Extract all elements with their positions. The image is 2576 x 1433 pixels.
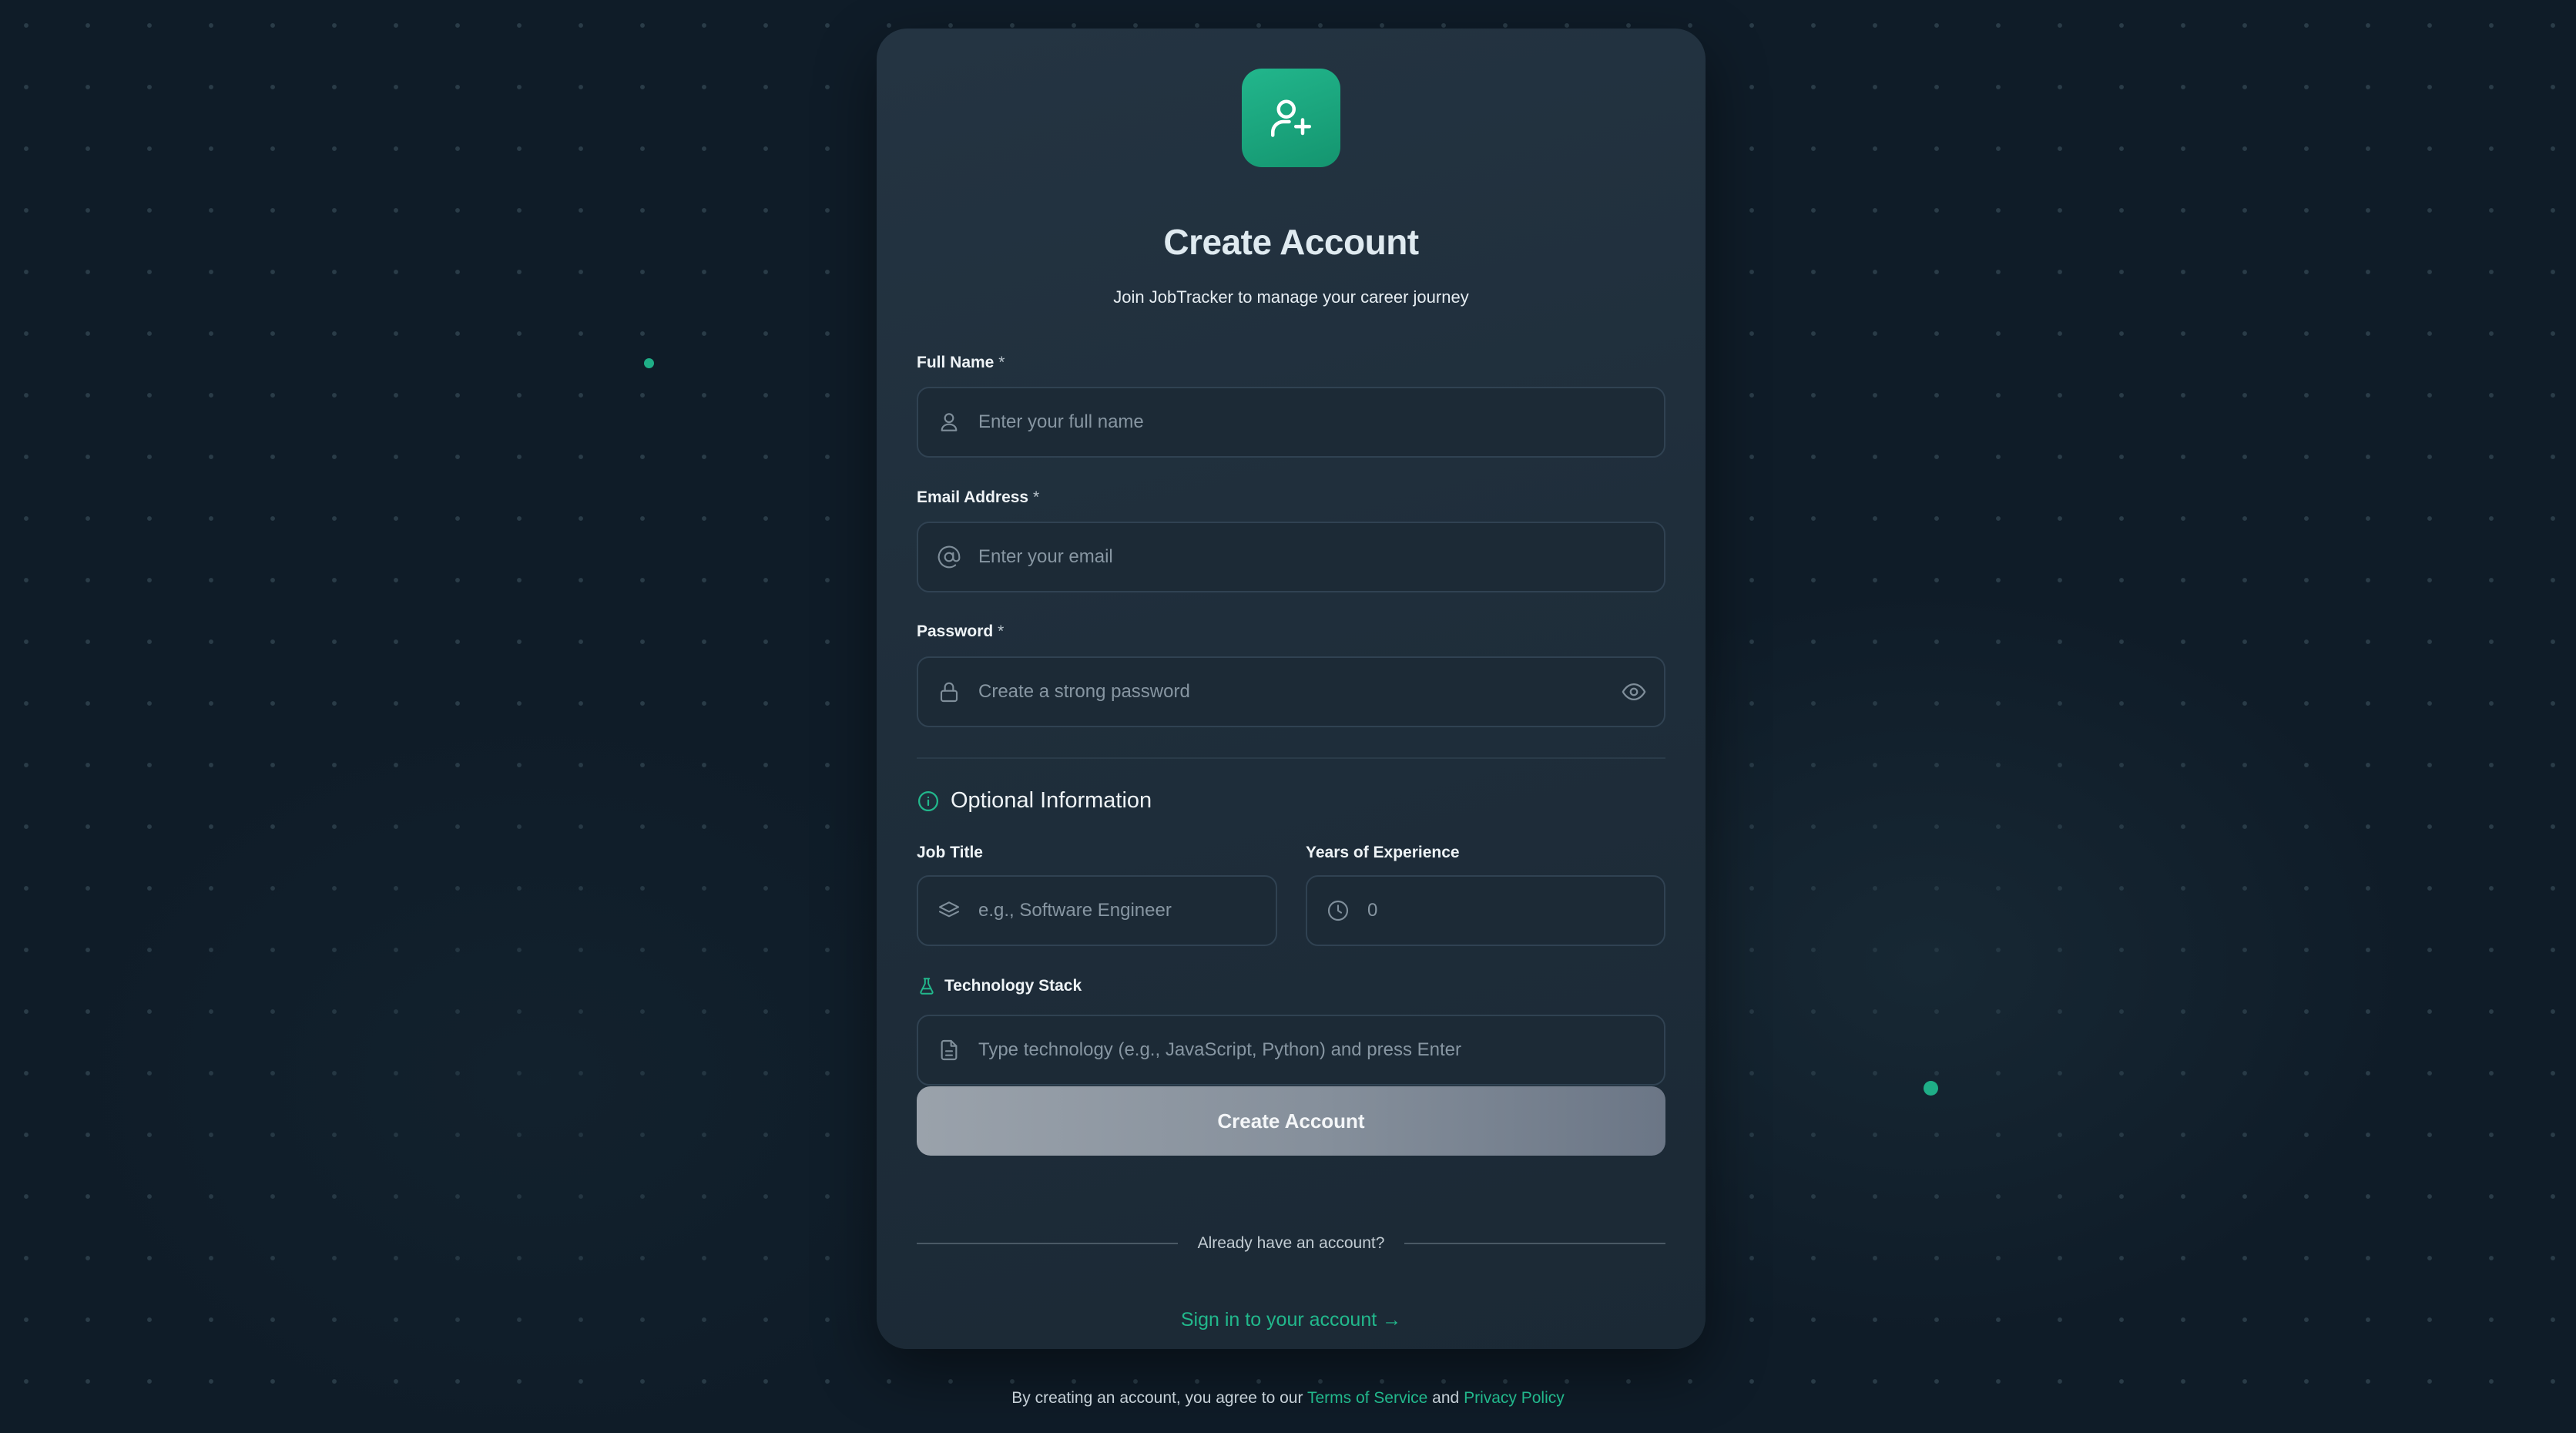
experience-field[interactable] bbox=[1306, 875, 1665, 946]
optional-section-header: Optional Information bbox=[917, 788, 1152, 814]
email-label-text: Email Address bbox=[917, 488, 1029, 506]
eye-icon[interactable] bbox=[1621, 679, 1647, 705]
flask-icon bbox=[920, 978, 934, 995]
required-mark: * bbox=[1032, 488, 1040, 506]
optional-section-title: Optional Information bbox=[951, 788, 1152, 813]
divider-line-left bbox=[917, 1243, 1178, 1244]
privacy-policy-link[interactable]: Privacy Policy bbox=[1464, 1389, 1565, 1407]
tech-stack-field[interactable] bbox=[917, 1015, 1665, 1086]
decorative-dot bbox=[644, 358, 654, 368]
experience-input[interactable] bbox=[1367, 877, 1610, 945]
decorative-dot bbox=[1924, 1081, 1938, 1096]
tech-stack-label-text: Technology Stack bbox=[944, 977, 1082, 995]
password-input[interactable] bbox=[978, 658, 1610, 726]
full-name-input[interactable] bbox=[978, 388, 1610, 456]
clock-icon bbox=[1327, 900, 1349, 921]
job-title-label: Job Title bbox=[917, 844, 983, 861]
required-mark: * bbox=[998, 623, 1005, 640]
signup-card: Create Account Join JobTracker to manage… bbox=[877, 29, 1706, 1349]
section-divider bbox=[917, 757, 1665, 759]
user-plus-icon bbox=[1271, 99, 1311, 137]
tech-stack-label: Technology Stack bbox=[917, 976, 1082, 996]
email-field[interactable] bbox=[917, 522, 1665, 592]
full-name-label-text: Full Name bbox=[917, 354, 995, 371]
divider-line-right bbox=[1404, 1243, 1665, 1244]
email-label: Email Address * bbox=[917, 488, 1039, 507]
terms-footer: By creating an account, you agree to our… bbox=[0, 1389, 2576, 1408]
page-title: Create Account bbox=[1163, 222, 1419, 262]
document-icon bbox=[941, 1039, 958, 1061]
layers-icon bbox=[938, 901, 960, 918]
tech-stack-input[interactable] bbox=[978, 1016, 1610, 1084]
experience-label: Years of Experience bbox=[1306, 844, 1460, 861]
password-label: Password * bbox=[917, 623, 1004, 641]
full-name-field[interactable] bbox=[917, 387, 1665, 458]
page-subtitle: Join JobTracker to manage your career jo… bbox=[1113, 287, 1469, 307]
create-account-button[interactable]: Create Account bbox=[917, 1086, 1665, 1156]
sign-in-link[interactable]: Sign in to your account → bbox=[877, 1309, 1706, 1331]
signin-prompt: Already have an account? bbox=[1197, 1234, 1385, 1252]
password-field[interactable] bbox=[917, 656, 1665, 727]
email-input[interactable] bbox=[978, 523, 1610, 591]
lock-icon bbox=[940, 682, 958, 703]
job-title-input[interactable] bbox=[978, 877, 1222, 945]
at-sign-icon bbox=[937, 545, 961, 569]
required-mark: * bbox=[998, 354, 1005, 371]
terms-of-service-link[interactable]: Terms of Service bbox=[1307, 1389, 1427, 1407]
info-icon bbox=[918, 790, 938, 811]
footer-and: and bbox=[1432, 1389, 1460, 1407]
user-icon bbox=[941, 413, 958, 431]
password-label-text: Password bbox=[917, 623, 994, 640]
footer-prefix: By creating an account, you agree to our bbox=[1011, 1389, 1303, 1407]
full-name-label: Full Name * bbox=[917, 354, 1005, 372]
job-title-field[interactable] bbox=[917, 875, 1277, 946]
logo-tile bbox=[1242, 69, 1340, 167]
signin-divider: Already have an account? bbox=[917, 1232, 1665, 1255]
